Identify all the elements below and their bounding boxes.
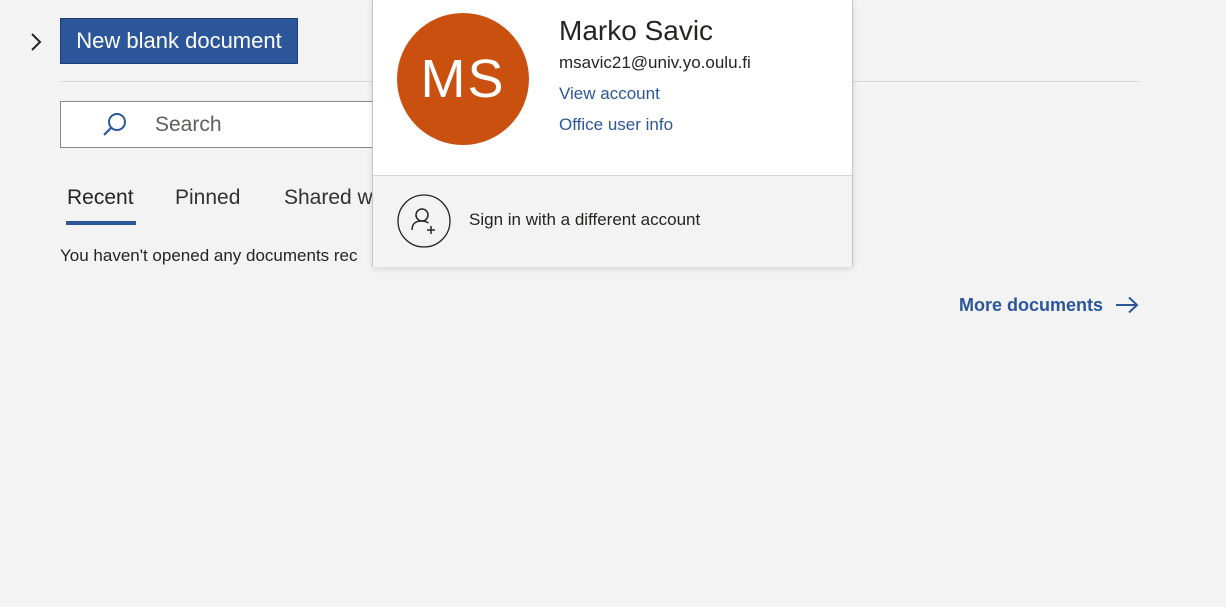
tab-shared[interactable]: Shared w xyxy=(284,186,373,226)
search-icon xyxy=(103,113,126,136)
add-person-icon xyxy=(397,194,451,248)
tab-recent[interactable]: Recent xyxy=(67,186,134,226)
account-popup: MS Marko Savic msavic21@univ.yo.oulu.fi … xyxy=(372,0,853,267)
word-home-page: New blank document Recent Pinned Shared … xyxy=(0,0,1226,607)
new-blank-document-button[interactable]: New blank document xyxy=(60,18,298,64)
search-box[interactable] xyxy=(60,101,380,148)
sign-in-different-account-button[interactable]: Sign in with a different account xyxy=(373,175,852,267)
user-name: Marko Savic xyxy=(559,15,714,46)
sign-in-different-account-label: Sign in with a different account xyxy=(469,210,701,229)
user-email: msavic21@univ.yo.oulu.fi xyxy=(559,53,751,72)
office-user-info-link[interactable]: Office user info xyxy=(559,115,673,135)
view-account-link[interactable]: View account xyxy=(559,84,660,104)
avatar: MS xyxy=(397,13,529,145)
more-documents-label: More documents xyxy=(959,294,1104,315)
active-tab-indicator xyxy=(66,221,136,225)
search-input[interactable] xyxy=(155,102,375,147)
tab-pinned[interactable]: Pinned xyxy=(175,186,240,226)
expand-nav-button[interactable] xyxy=(24,29,48,55)
chevron-right-icon xyxy=(31,33,42,51)
arrow-right-icon xyxy=(1116,296,1139,314)
empty-documents-message: You haven't opened any documents rec xyxy=(60,246,358,265)
more-documents-link[interactable]: More documents xyxy=(959,292,1139,318)
